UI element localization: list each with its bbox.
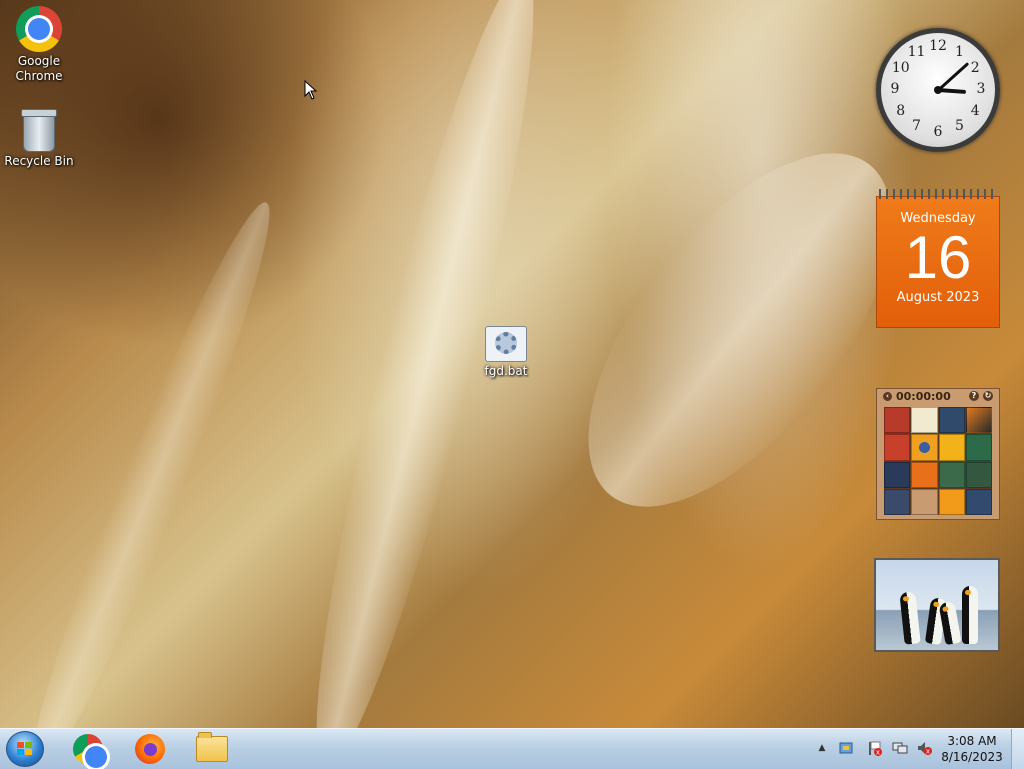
clock-minute-hand — [936, 62, 969, 92]
clock-number: 4 — [970, 102, 980, 119]
clock-number: 3 — [976, 81, 986, 97]
show-desktop-button[interactable] — [1011, 729, 1024, 769]
calendar-month-year: August 2023 — [896, 290, 980, 305]
desktop-icon-label: Recycle Bin — [4, 154, 74, 168]
taskbar-firefox-button[interactable] — [124, 731, 176, 767]
clock-number: 10 — [891, 59, 910, 76]
clock-gadget[interactable]: 12 1 2 3 4 5 6 7 8 9 10 11 — [876, 28, 1000, 152]
puzzle-tile[interactable] — [938, 407, 965, 434]
svg-text:x: x — [926, 748, 930, 756]
folder-icon — [196, 732, 228, 762]
desktop-icon-fgd-bat[interactable]: fgd.bat — [468, 326, 544, 379]
svg-text:x: x — [876, 749, 880, 757]
clock-number: 6 — [933, 124, 943, 140]
flag-warning-icon[interactable]: x — [866, 740, 882, 757]
desktop-icon-label: fgd.bat — [484, 364, 528, 378]
puzzle-tile-empty[interactable] — [911, 488, 938, 515]
puzzle-tile[interactable] — [965, 488, 992, 515]
taskbar-clock[interactable]: 3:08 AM 8/16/2023 — [934, 733, 1010, 765]
wallpaper-highlight — [6, 191, 294, 728]
puzzle-tile[interactable] — [965, 407, 992, 434]
puzzle-tile[interactable] — [965, 461, 992, 488]
penguins-photo — [876, 560, 998, 650]
desktop-icon-label: Chrome — [15, 69, 63, 83]
action-center-icon[interactable] — [838, 740, 854, 756]
taskbar-time: 3:08 AM — [947, 734, 997, 748]
help-icon[interactable]: ? — [969, 391, 979, 401]
batch-file-icon — [485, 326, 527, 362]
puzzle-tile[interactable] — [911, 461, 938, 488]
mouse-cursor — [304, 80, 318, 100]
chrome-icon — [73, 734, 107, 768]
puzzle-tile[interactable] — [965, 434, 992, 461]
puzzle-tile[interactable] — [884, 461, 911, 488]
clock-number: 9 — [890, 81, 900, 97]
clock-number: 12 — [929, 38, 947, 54]
shuffle-icon[interactable]: ↻ — [983, 391, 993, 401]
calendar-gadget[interactable]: Wednesday 16 August 2023 — [876, 189, 1000, 328]
desktop-background[interactable]: Google Chrome Recycle Bin fgd.bat 12 1 2 3 4… — [0, 0, 1024, 728]
firefox-icon — [135, 734, 165, 764]
desktop-icon-recycle-bin[interactable]: Recycle Bin — [1, 109, 77, 169]
desktop-icon-google-chrome[interactable]: Google Chrome — [1, 6, 77, 84]
clock-number: 11 — [907, 43, 926, 60]
clock-number: 7 — [912, 118, 921, 135]
puzzle-tile[interactable] — [884, 434, 911, 461]
desktop-icon-label: Google — [17, 54, 61, 68]
chrome-icon — [16, 6, 62, 52]
show-hidden-icons-button[interactable]: ▲ — [814, 740, 830, 756]
puzzle-tile[interactable] — [938, 461, 965, 488]
clock-number: 2 — [970, 59, 980, 76]
puzzle-tile[interactable] — [938, 488, 965, 515]
puzzle-tile[interactable] — [911, 407, 938, 434]
volume-muted-icon[interactable]: x — [916, 740, 932, 756]
clock-number: 1 — [955, 43, 964, 60]
puzzle-tile[interactable] — [884, 407, 911, 434]
taskbar: ▲ x x 3:08 AM 8/16/2023 — [0, 728, 1024, 769]
puzzle-tile[interactable] — [884, 488, 911, 515]
puzzle-tile[interactable] — [938, 434, 965, 461]
taskbar-chrome-button[interactable] — [62, 731, 114, 768]
slideshow-gadget[interactable] — [874, 558, 1000, 652]
puzzle-grid[interactable] — [884, 407, 992, 515]
network-icon[interactable] — [892, 740, 908, 756]
puzzle-tile[interactable] — [911, 434, 938, 461]
clock-hour-hand — [937, 88, 967, 94]
calendar-rings — [879, 189, 997, 199]
clock-number: 5 — [955, 118, 964, 135]
calendar-day: 16 — [904, 224, 972, 291]
clock-center — [934, 86, 942, 94]
clock-number: 8 — [896, 102, 906, 119]
back-arrow-icon[interactable]: ‹ — [883, 391, 892, 401]
picture-puzzle-gadget[interactable]: ‹ 00:00:00 ? ↻ — [876, 388, 1000, 520]
puzzle-timer: 00:00:00 — [896, 389, 951, 403]
recycle-bin-icon — [21, 109, 57, 152]
taskbar-file-explorer-button[interactable] — [186, 731, 238, 767]
taskbar-date: 8/16/2023 — [941, 750, 1003, 764]
windows-start-icon[interactable] — [6, 731, 44, 767]
